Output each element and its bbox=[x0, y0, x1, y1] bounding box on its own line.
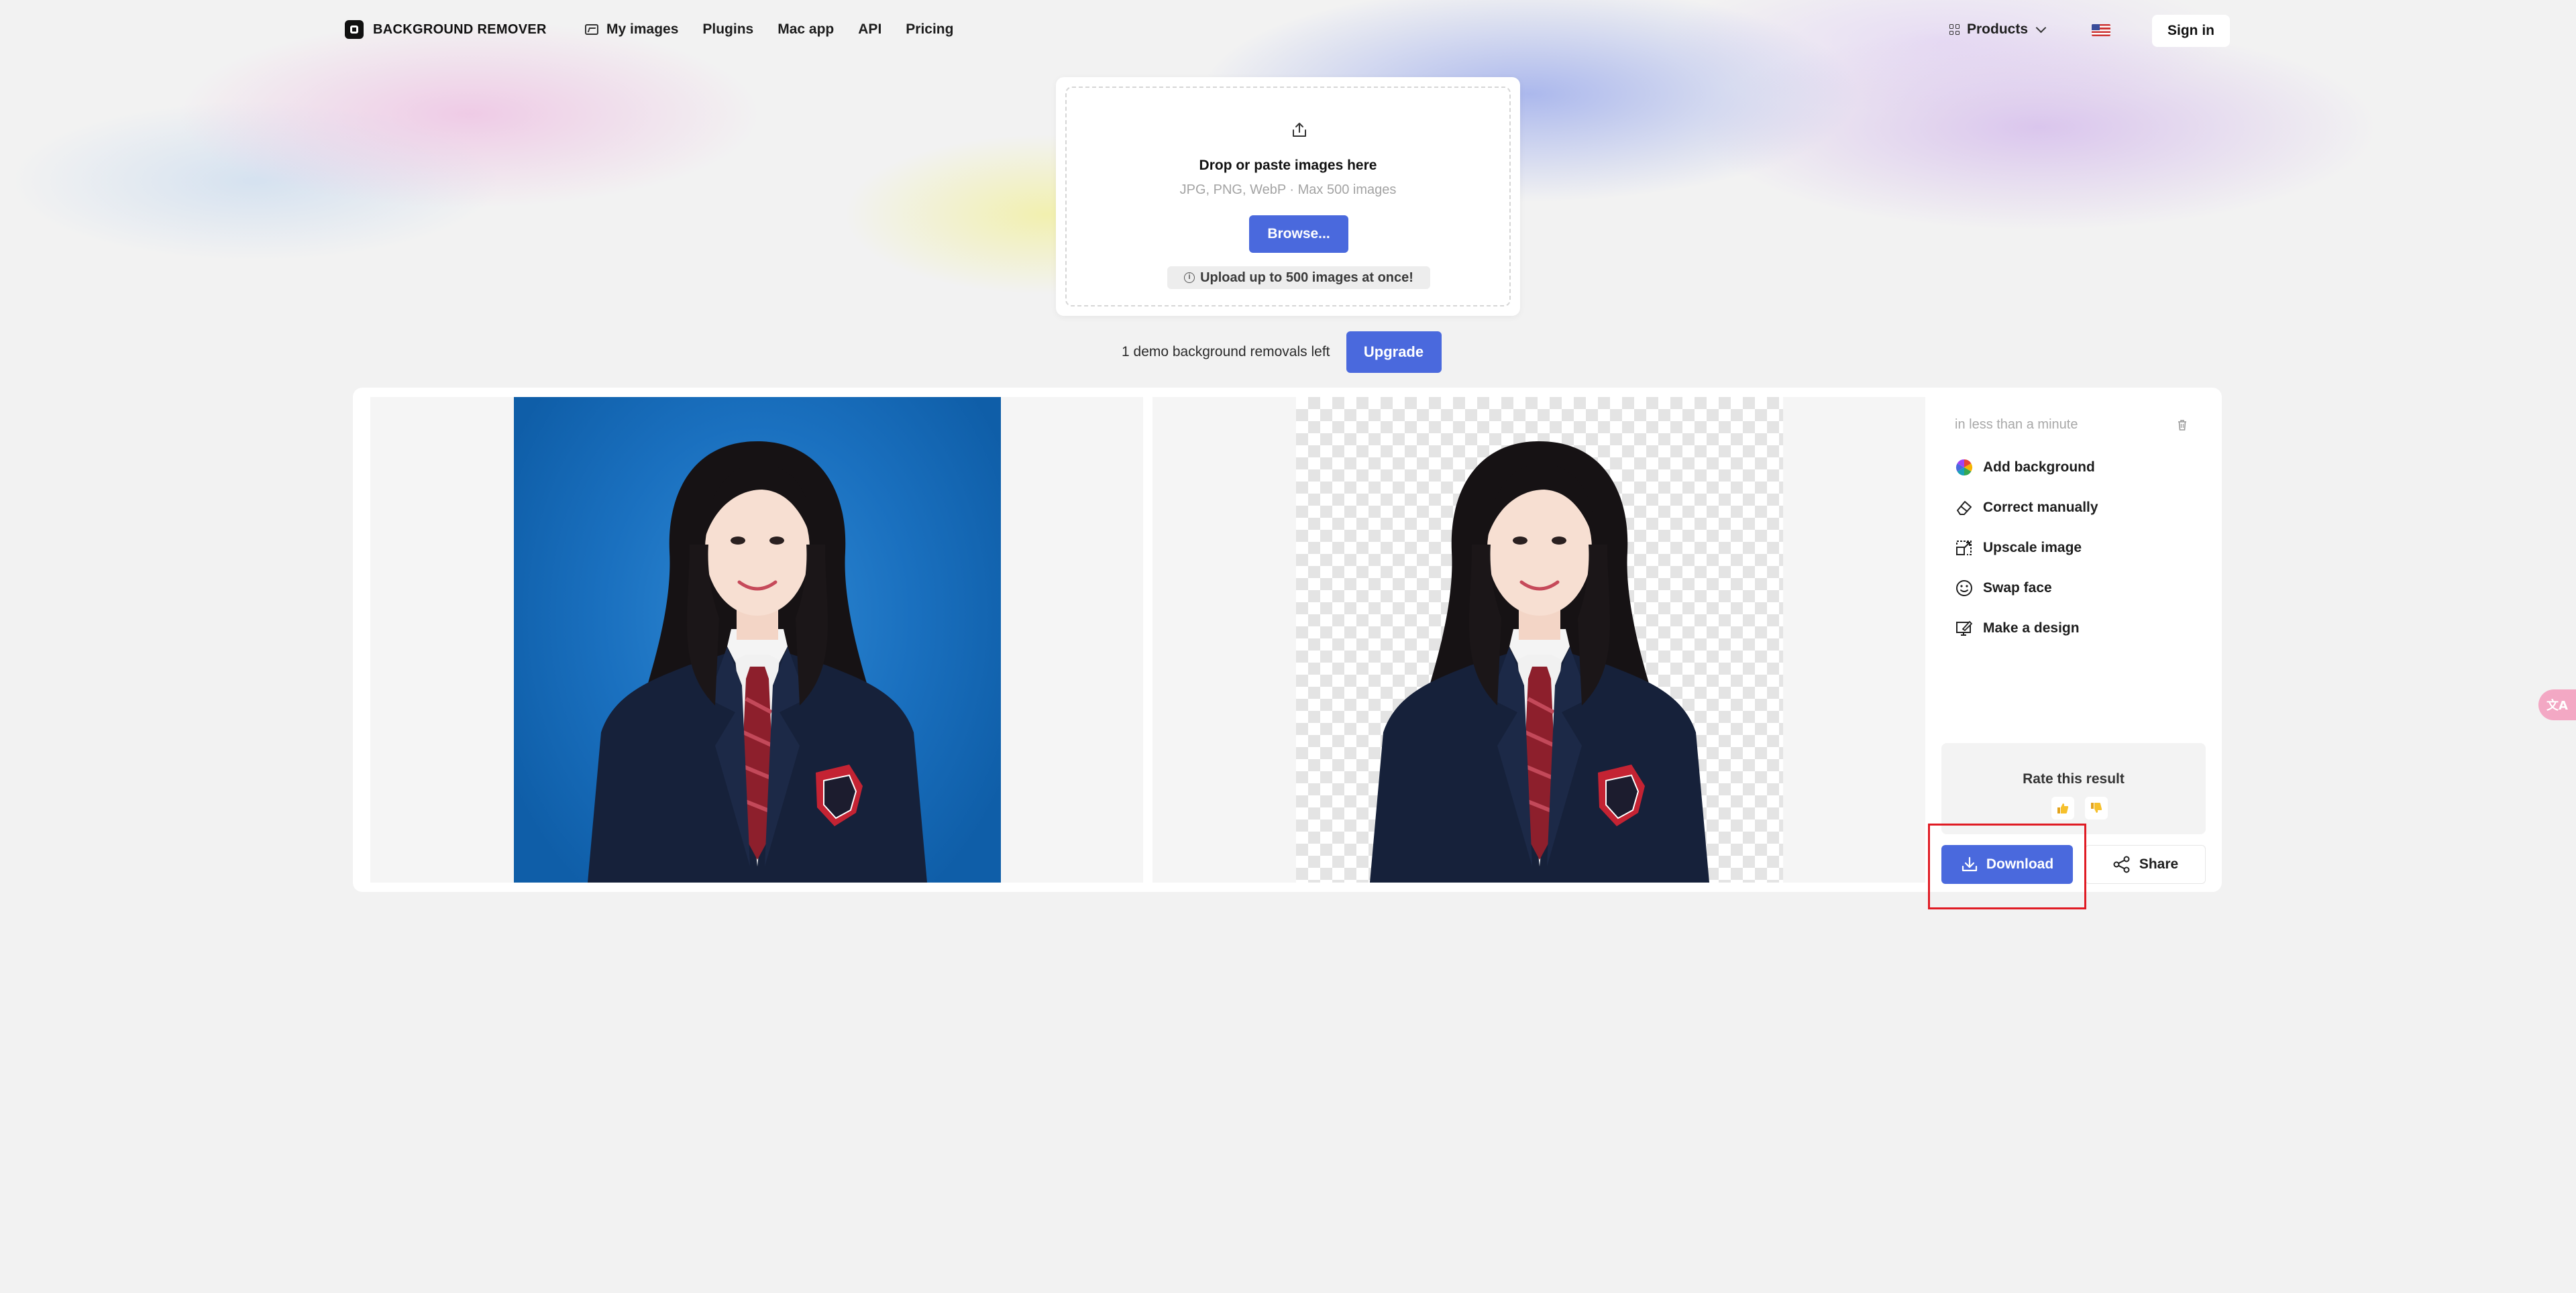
drop-formats: JPG, PNG, WebP · Max 500 images bbox=[1179, 182, 1397, 197]
upgrade-button[interactable]: Upgrade bbox=[1346, 331, 1442, 373]
logo-icon bbox=[345, 20, 364, 39]
top-navigation: BACKGROUND REMOVER My images Plugins Mac… bbox=[0, 0, 2576, 62]
person-figure bbox=[588, 441, 927, 883]
upscale-icon bbox=[1956, 541, 1972, 555]
color-wheel-icon bbox=[1955, 459, 1973, 475]
add-background-label: Add background bbox=[1983, 459, 2095, 475]
result-photo[interactable] bbox=[1296, 397, 1783, 883]
make-design-label: Make a design bbox=[1983, 620, 2080, 636]
original-photo[interactable] bbox=[514, 397, 1001, 883]
thumbs-down-button[interactable] bbox=[2085, 797, 2108, 820]
translate-icon: 文A bbox=[2546, 699, 2568, 713]
products-label: Products bbox=[1967, 21, 2029, 37]
sign-in-button[interactable]: Sign in bbox=[2152, 15, 2230, 47]
upload-note-text: Upload up to 500 images at once! bbox=[1200, 270, 1413, 285]
browse-button[interactable]: Browse... bbox=[1249, 215, 1348, 253]
drop-title: Drop or paste images here bbox=[1199, 158, 1377, 173]
eraser-icon bbox=[1957, 501, 1972, 515]
result-card: in less than a minute Add background Cor… bbox=[353, 388, 2222, 892]
demo-remaining-text: 1 demo background removals left bbox=[1122, 344, 1330, 359]
translate-widget[interactable]: 文A bbox=[2538, 689, 2576, 720]
dropzone[interactable]: Drop or paste images here JPG, PNG, WebP… bbox=[1065, 87, 1511, 306]
result-image-pane bbox=[1152, 397, 1925, 883]
original-image-pane bbox=[370, 397, 1143, 883]
products-dropdown[interactable]: Products bbox=[1949, 21, 2047, 38]
logo[interactable]: BACKGROUND REMOVER bbox=[345, 20, 547, 39]
add-background-action[interactable]: Add background bbox=[1955, 457, 2098, 477]
upload-note: i Upload up to 500 images at once! bbox=[1167, 266, 1430, 289]
logo-text: BACKGROUND REMOVER bbox=[373, 21, 547, 37]
upscale-image-action[interactable]: Upscale image bbox=[1955, 538, 2098, 558]
trash-icon[interactable] bbox=[2178, 420, 2187, 431]
nav-my-images[interactable]: My images bbox=[585, 21, 678, 38]
nav-api-label: API bbox=[858, 21, 882, 37]
swap-face-action[interactable]: Swap face bbox=[1955, 578, 2098, 598]
download-icon bbox=[1962, 856, 1977, 872]
nav-links: My images Plugins Mac app API Pricing bbox=[585, 21, 953, 38]
make-design-action[interactable]: Make a design bbox=[1955, 618, 2098, 638]
demo-row: 1 demo background removals left Upgrade bbox=[1122, 331, 1442, 373]
info-icon: i bbox=[1184, 272, 1195, 283]
nav-my-images-label: My images bbox=[606, 21, 679, 37]
correct-manually-action[interactable]: Correct manually bbox=[1955, 498, 2098, 518]
result-sidebar: in less than a minute Add background Cor… bbox=[1941, 397, 2206, 884]
nav-pricing-label: Pricing bbox=[906, 21, 954, 37]
thumbs-up-button[interactable] bbox=[2051, 797, 2074, 820]
download-button[interactable]: Download bbox=[1941, 845, 2073, 884]
processing-time: in less than a minute bbox=[1955, 417, 2078, 432]
share-icon bbox=[2113, 856, 2130, 873]
nav-api[interactable]: API bbox=[858, 21, 881, 38]
upload-icon bbox=[1293, 123, 1306, 137]
nav-plugins-label: Plugins bbox=[702, 21, 754, 37]
nav-mac-app-label: Mac app bbox=[777, 21, 835, 37]
swap-face-label: Swap face bbox=[1983, 580, 2052, 596]
chevron-down-icon bbox=[2035, 22, 2047, 33]
correct-manually-label: Correct manually bbox=[1983, 500, 2098, 515]
thumbs-up-icon bbox=[2057, 803, 2069, 813]
design-icon bbox=[1956, 620, 1973, 636]
nav-pricing[interactable]: Pricing bbox=[906, 21, 953, 38]
nav-plugins[interactable]: Plugins bbox=[702, 21, 753, 38]
action-list: Add background Correct manually Upscale … bbox=[1955, 457, 2098, 659]
smile-icon bbox=[1956, 580, 1972, 596]
share-label: Share bbox=[2139, 856, 2179, 872]
grid-icon bbox=[1949, 24, 1960, 35]
upscale-image-label: Upscale image bbox=[1983, 540, 2082, 555]
person-figure-cutout bbox=[1370, 441, 1709, 883]
rating-box: Rate this result bbox=[1941, 743, 2206, 834]
us-flag-icon[interactable] bbox=[2092, 24, 2110, 36]
thumbs-down-icon bbox=[2091, 803, 2102, 813]
image-icon bbox=[585, 24, 598, 35]
share-button[interactable]: Share bbox=[2085, 845, 2206, 884]
rate-title: Rate this result bbox=[2023, 771, 2125, 787]
upload-card: Drop or paste images here JPG, PNG, WebP… bbox=[1056, 77, 1520, 316]
download-label: Download bbox=[1986, 856, 2054, 872]
nav-mac-app[interactable]: Mac app bbox=[777, 21, 834, 38]
